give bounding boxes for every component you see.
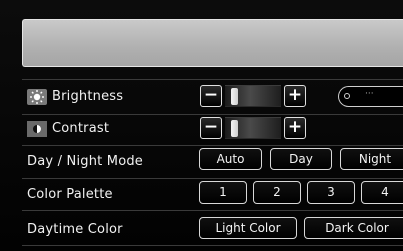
mode-day-button[interactable]: Day (270, 148, 332, 170)
palette-1-button[interactable]: 1 (199, 181, 247, 204)
dark-color-button[interactable]: Dark Color (304, 217, 403, 239)
mode-auto-button[interactable]: Auto (199, 148, 262, 170)
palette-2-button[interactable]: 2 (253, 181, 301, 204)
row-divider (22, 245, 403, 246)
mode-night-button[interactable]: Night (340, 148, 403, 170)
contrast-label: Contrast (52, 121, 110, 136)
brightness-increase-button[interactable]: + (284, 85, 306, 107)
settings-panel: Brightness − + ··· Contrast − + Day / Ni… (0, 0, 403, 251)
day-night-mode-label: Day / Night Mode (27, 154, 143, 169)
color-palette-label: Color Palette (27, 187, 113, 202)
brightness-decrease-button[interactable]: − (200, 85, 222, 107)
brightness-slider[interactable] (225, 85, 281, 107)
contrast-slider-thumb[interactable] (230, 120, 238, 137)
header-display-box (22, 19, 403, 67)
light-color-button[interactable]: Light Color (199, 217, 297, 239)
palette-4-button[interactable]: 4 (361, 181, 403, 204)
brightness-label: Brightness (52, 89, 124, 104)
contrast-decrease-button[interactable]: − (200, 117, 222, 139)
brightness-readout-value: ··· (365, 89, 374, 99)
brightness-readout: ··· (338, 86, 403, 107)
daytime-color-label: Daytime Color (27, 222, 123, 237)
contrast-increase-button[interactable]: + (284, 117, 306, 139)
row-divider (22, 114, 403, 115)
readout-indicator-icon (344, 93, 350, 99)
row-divider (22, 178, 403, 179)
row-divider (22, 145, 403, 146)
contrast-icon (27, 121, 47, 137)
brightness-slider-thumb[interactable] (230, 88, 238, 105)
sun-icon (27, 89, 47, 105)
row-divider (22, 210, 403, 211)
contrast-slider[interactable] (225, 117, 281, 139)
palette-3-button[interactable]: 3 (307, 181, 355, 204)
row-divider (22, 79, 403, 80)
